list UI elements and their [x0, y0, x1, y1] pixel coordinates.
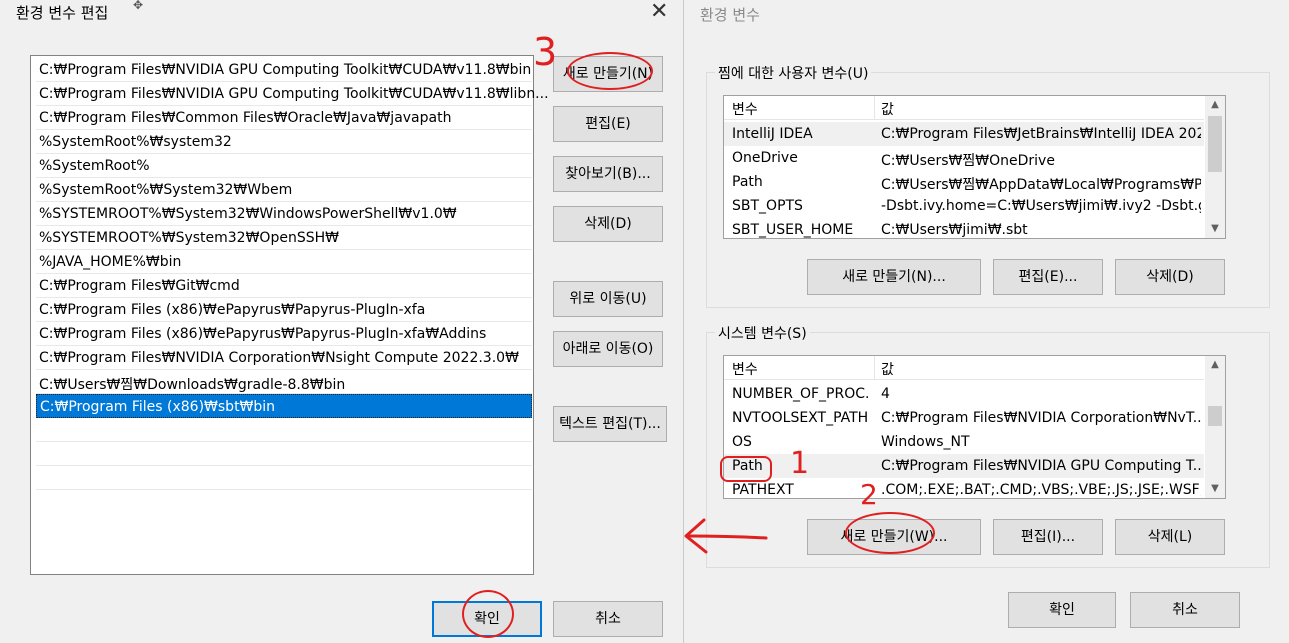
variable-name: NVTOOLSEXT_PATH — [732, 410, 869, 426]
env-cancel-button[interactable]: 취소 — [1130, 592, 1240, 628]
list-item[interactable]: %SystemRoot%₩System32₩Wbem — [36, 178, 532, 202]
move-cursor-icon: ✥ — [133, 0, 144, 12]
annotation-step-1: 1 — [790, 446, 810, 481]
header-variable: 변수 — [732, 102, 758, 118]
user-variables-label: 찜에 대한 사용자 변수(U) — [715, 63, 872, 83]
annotation-circle-ok — [462, 590, 514, 638]
annotation-step-2: 2 — [860, 478, 878, 511]
browse-button[interactable]: 찾아보기(B)... — [553, 156, 663, 192]
column-separator[interactable] — [874, 96, 875, 120]
move-down-button[interactable]: 아래로 이동(O) — [553, 331, 663, 367]
list-item[interactable]: C:₩Program Files₩Git₩cmd — [36, 274, 532, 298]
list-item[interactable]: %SYSTEMROOT%₩System32₩OpenSSH₩ — [36, 226, 532, 250]
scroll-down-icon[interactable]: ▼ — [1205, 480, 1225, 498]
table-row[interactable]: SBT_USER_HOME C:₩Users₩jimi₩.sbt — [724, 218, 1204, 238]
annotation-arrow-icon — [684, 518, 768, 554]
annotation-step-3: 3 — [533, 30, 558, 74]
list-header: 변수 값 — [724, 356, 1204, 380]
delete-button[interactable]: 삭제(D) — [553, 206, 663, 242]
environment-variables-window: 환경 변수 찜에 대한 사용자 변수(U) 변수 값 IntelliJ IDEA… — [684, 0, 1289, 643]
table-row[interactable]: OneDrive C:₩Users₩찜₩OneDrive — [724, 146, 1204, 170]
list-item[interactable]: %SystemRoot% — [36, 154, 532, 178]
list-item-empty[interactable] — [36, 466, 532, 490]
user-new-button[interactable]: 새로 만들기(N)... — [807, 259, 981, 295]
table-row[interactable]: NUMBER_OF_PROC... 4 — [724, 382, 1204, 406]
scroll-thumb[interactable] — [1208, 116, 1222, 172]
system-variables-label: 시스템 변수(S) — [715, 323, 810, 343]
user-edit-button[interactable]: 편집(E)... — [993, 259, 1103, 295]
list-item[interactable]: %SystemRoot%₩system32 — [36, 130, 532, 154]
edit-environment-variable-dialog: 환경 변수 편집 ✥ ✕ C:₩Program Files₩NVIDIA GPU… — [0, 0, 684, 643]
header-variable: 변수 — [732, 362, 758, 378]
list-item-selected[interactable]: C:₩Program Files (x86)₩sbt₩bin — [36, 394, 532, 418]
header-value: 값 — [881, 362, 894, 378]
list-item-empty[interactable] — [36, 418, 532, 442]
variable-value: 4 — [881, 386, 890, 402]
edit-button[interactable]: 편집(E) — [553, 106, 663, 142]
vertical-scrollbar[interactable]: ▲ ▼ — [1205, 96, 1225, 238]
list-item[interactable]: C:₩Program Files₩NVIDIA Corporation₩Nsig… — [36, 346, 532, 370]
cancel-button[interactable]: 취소 — [553, 601, 663, 637]
list-item[interactable]: %SYSTEMROOT%₩System32₩WindowsPowerShell₩… — [36, 202, 532, 226]
annotation-circle-system-new — [845, 512, 935, 554]
move-up-button[interactable]: 위로 이동(U) — [553, 281, 663, 317]
table-row[interactable]: Path C:₩Users₩찜₩AppData₩Local₩Programs₩P… — [724, 170, 1204, 194]
list-item[interactable]: C:₩Program Files₩NVIDIA GPU Computing To… — [36, 58, 532, 82]
variable-value: -Dsbt.ivy.home=C:₩Users₩jimi₩.ivy2 -Dsbt… — [881, 198, 1201, 214]
list-item[interactable]: C:₩Program Files (x86)₩ePapyrus₩Papyrus-… — [36, 298, 532, 322]
variable-name: OneDrive — [732, 150, 798, 166]
variable-value: Windows_NT — [881, 434, 970, 450]
variable-name: PATHEXT — [732, 482, 794, 498]
text-edit-button[interactable]: 텍스트 편집(T)... — [553, 406, 667, 442]
dialog-title: 환경 변수 편집 — [16, 4, 109, 22]
user-variables-group: 찜에 대한 사용자 변수(U) 변수 값 IntelliJ IDEA C:₩Pr… — [706, 63, 1270, 308]
vertical-scrollbar[interactable]: ▲ ▼ — [1205, 356, 1225, 498]
close-icon[interactable]: ✕ — [650, 0, 668, 24]
header-value: 값 — [881, 102, 894, 118]
list-item[interactable]: C:₩Program Files₩Common Files₩Oracle₩Jav… — [36, 106, 532, 130]
window-title: 환경 변수 — [700, 6, 760, 24]
scroll-up-icon[interactable]: ▲ — [1205, 96, 1225, 114]
variable-value: C:₩Program Files₩JetBrains₩IntelliJ IDEA… — [881, 126, 1201, 142]
variable-value: C:₩Users₩jimi₩.sbt — [881, 222, 1028, 238]
variable-value: .COM;.EXE;.BAT;.CMD;.VBS;.VBE;.JS;.JSE;.… — [881, 482, 1201, 498]
system-delete-button[interactable]: 삭제(L) — [1115, 519, 1225, 555]
annotation-circle-new — [567, 52, 653, 90]
env-ok-button[interactable]: 확인 — [1008, 592, 1116, 628]
list-item[interactable]: C:₩Program Files₩NVIDIA GPU Computing To… — [36, 82, 549, 106]
variable-value: C:₩Users₩찜₩OneDrive — [881, 153, 1055, 169]
list-item[interactable]: C:₩Users₩찜₩Downloads₩gradle-8.8₩bin — [36, 370, 532, 394]
table-row[interactable]: PATHEXT .COM;.EXE;.BAT;.CMD;.VBS;.VBE;.J… — [724, 478, 1204, 498]
variable-name: Path — [732, 174, 763, 190]
list-item[interactable]: C:₩Program Files (x86)₩ePapyrus₩Papyrus-… — [36, 322, 532, 346]
list-item[interactable]: %JAVA_HOME%₩bin — [36, 250, 532, 274]
list-item-empty[interactable] — [36, 442, 532, 466]
user-delete-button[interactable]: 삭제(D) — [1115, 259, 1225, 295]
variable-value: C:₩Program Files₩NVIDIA Corporation₩NvT.… — [881, 410, 1201, 426]
table-row[interactable]: NVTOOLSEXT_PATH C:₩Program Files₩NVIDIA … — [724, 406, 1204, 430]
variable-value: C:₩Program Files₩NVIDIA GPU Computing T.… — [881, 458, 1201, 474]
list-header: 변수 값 — [724, 96, 1204, 120]
user-variables-list[interactable]: 변수 값 IntelliJ IDEA C:₩Program Files₩JetB… — [723, 95, 1226, 239]
path-list[interactable]: C:₩Program Files₩NVIDIA GPU Computing To… — [30, 55, 549, 575]
table-row[interactable]: SBT_OPTS -Dsbt.ivy.home=C:₩Users₩jimi₩.i… — [724, 194, 1204, 218]
column-separator[interactable] — [874, 356, 875, 380]
table-row[interactable]: IntelliJ IDEA C:₩Program Files₩JetBrains… — [724, 122, 1204, 146]
variable-name: IntelliJ IDEA — [732, 126, 813, 142]
system-edit-button[interactable]: 편집(I)... — [993, 519, 1103, 555]
variable-value: C:₩Users₩찜₩AppData₩Local₩Programs₩Py... — [881, 177, 1201, 193]
variable-name: SBT_USER_HOME — [732, 222, 854, 238]
scroll-down-icon[interactable]: ▼ — [1205, 220, 1225, 238]
scroll-thumb[interactable] — [1208, 406, 1222, 426]
scroll-up-icon[interactable]: ▲ — [1205, 356, 1225, 374]
annotation-box-path — [720, 456, 772, 482]
variable-name: SBT_OPTS — [732, 198, 803, 214]
variable-name: NUMBER_OF_PROC... — [732, 386, 870, 402]
